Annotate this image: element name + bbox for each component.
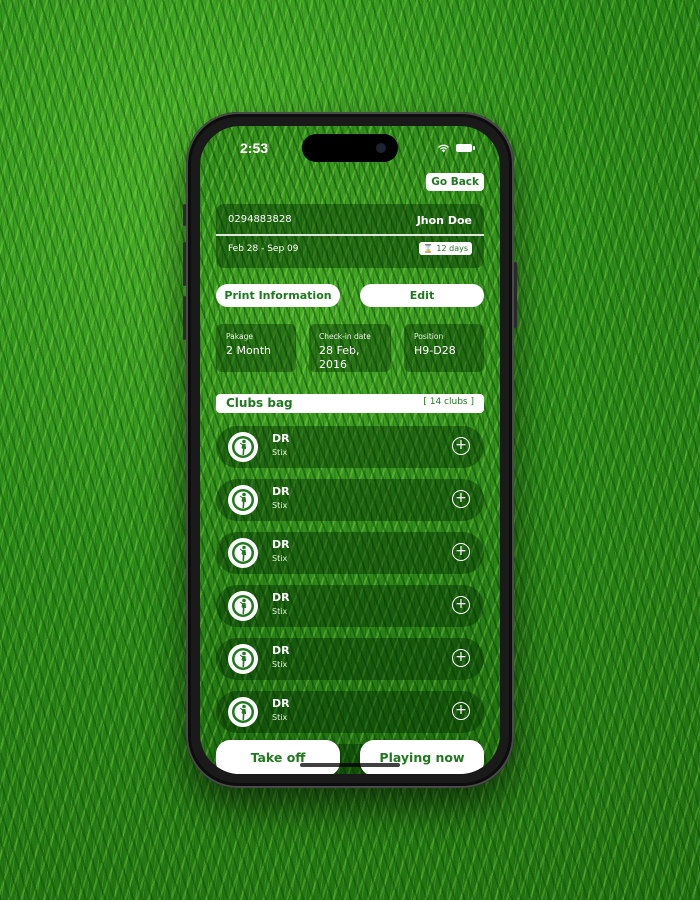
wifi-icon — [438, 144, 449, 153]
phone-screen: 2:53 Go Back 0294883828 Jhon Doe Feb 28 … — [200, 126, 500, 774]
club-avatar — [228, 644, 258, 674]
days-label: 12 days — [436, 244, 468, 253]
take-off-button[interactable]: Take off — [216, 740, 340, 774]
club-avatar — [228, 538, 258, 568]
power-button — [514, 262, 517, 328]
member-id: 0294883828 — [228, 214, 292, 225]
club-list-item[interactable]: DR Stix + — [216, 691, 484, 733]
club-list-item[interactable]: DR Stix + — [216, 638, 484, 680]
clubs-bag-title: Clubs bag — [226, 396, 293, 410]
stat-value: 2 Month — [226, 344, 271, 357]
add-icon[interactable]: + — [452, 649, 470, 667]
member-name: Jhon Doe — [416, 214, 472, 227]
battery-icon — [456, 144, 475, 152]
stat-label: Check-in date — [319, 332, 371, 341]
club-list-item[interactable]: DR Stix + — [216, 585, 484, 627]
add-icon[interactable]: + — [452, 596, 470, 614]
member-info-card: 0294883828 Jhon Doe Feb 28 - Sep 09 ⌛ 12… — [216, 204, 484, 268]
stat-value: 28 Feb, 2016 — [319, 344, 360, 371]
golfer-icon — [232, 436, 254, 458]
stat-label: Pakage — [226, 332, 253, 341]
club-avatar — [228, 697, 258, 727]
club-brand: Stix — [272, 713, 288, 722]
print-information-button[interactable]: Print Information — [216, 284, 340, 307]
status-icons — [437, 143, 475, 153]
status-time: 2:53 — [240, 140, 269, 156]
club-name: DR — [272, 485, 290, 498]
club-name: DR — [272, 591, 290, 604]
club-list-item[interactable]: DR Stix + — [216, 479, 484, 521]
club-avatar — [228, 485, 258, 515]
club-list: DR Stix + DR Stix + DR Stix + DR Stix + DR Stix + DR Sti… — [216, 426, 484, 774]
club-list-item[interactable]: DR Stix + — [216, 532, 484, 574]
add-icon[interactable]: + — [452, 702, 470, 720]
club-name: DR — [272, 432, 290, 445]
club-avatar — [228, 432, 258, 462]
go-back-button[interactable]: Go Back — [426, 173, 484, 191]
golfer-icon — [232, 489, 254, 511]
golfer-icon — [232, 542, 254, 564]
club-brand: Stix — [272, 660, 288, 669]
package-stat: Pakage 2 Month — [216, 324, 296, 372]
club-brand: Stix — [272, 501, 288, 510]
add-icon[interactable]: + — [452, 437, 470, 455]
home-indicator — [300, 763, 400, 767]
edit-button[interactable]: Edit — [360, 284, 484, 307]
club-brand: Stix — [272, 448, 288, 457]
volume-down-button — [183, 296, 186, 340]
club-avatar — [228, 591, 258, 621]
silent-switch — [183, 204, 186, 226]
camera-icon — [376, 143, 386, 153]
date-range: Feb 28 - Sep 09 — [228, 243, 299, 254]
add-icon[interactable]: + — [452, 543, 470, 561]
position-stat: Position H9-D28 — [404, 324, 484, 372]
phone-frame: 2:53 Go Back 0294883828 Jhon Doe Feb 28 … — [183, 112, 517, 788]
club-brand: Stix — [272, 607, 288, 616]
checkin-date-stat: Check-in date 28 Feb, 2016 — [309, 324, 391, 372]
clubs-bag-header: Clubs bag [ 14 clubs ] — [216, 394, 484, 413]
club-list-item[interactable]: DR Stix + — [216, 426, 484, 468]
golfer-icon — [232, 648, 254, 670]
playing-now-button[interactable]: Playing now — [360, 740, 484, 774]
volume-up-button — [183, 242, 186, 286]
dynamic-island — [302, 134, 398, 162]
hourglass-icon: ⌛ — [423, 244, 434, 253]
golfer-icon — [232, 701, 254, 723]
golfer-icon — [232, 595, 254, 617]
days-badge: ⌛ 12 days — [419, 242, 472, 255]
add-icon[interactable]: + — [452, 490, 470, 508]
background: { "status_bar": { "time": "2:53" }, "hea… — [0, 0, 700, 900]
club-name: DR — [272, 644, 290, 657]
card-divider — [216, 234, 484, 236]
club-name: DR — [272, 697, 290, 710]
stat-value: H9-D28 — [414, 344, 456, 357]
club-name: DR — [272, 538, 290, 551]
club-brand: Stix — [272, 554, 288, 563]
clubs-count: [ 14 clubs ] — [423, 397, 474, 407]
stat-label: Position — [414, 332, 444, 341]
